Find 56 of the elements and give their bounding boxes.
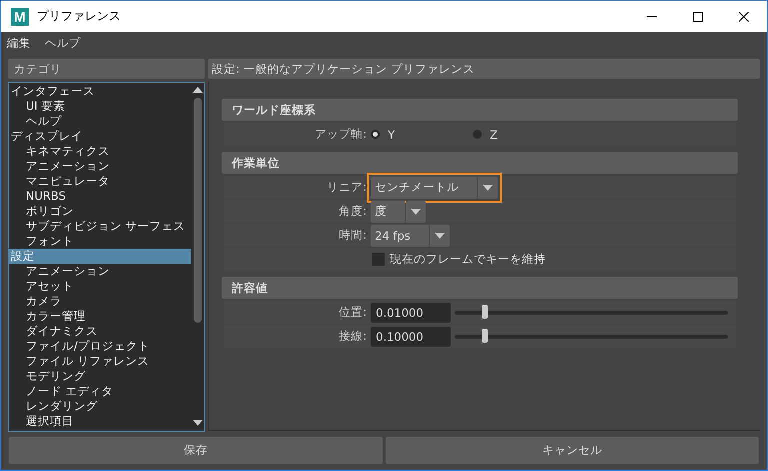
input-field[interactable]: 0.01000: [371, 302, 451, 322]
slider-thumb[interactable]: [482, 304, 488, 318]
maximize-icon: [693, 12, 703, 22]
app-logo: M: [11, 8, 29, 26]
caret-icon: [483, 184, 493, 190]
radio-label: Y: [388, 128, 396, 142]
field-label: リニア:: [326, 180, 368, 195]
field-label: 時間:: [338, 228, 368, 243]
field-label: アップ軸:: [314, 127, 368, 142]
tree-item[interactable]: インタフェース: [9, 84, 191, 99]
tree-item[interactable]: ディスプレイ: [9, 129, 191, 144]
caret-icon: [411, 208, 421, 214]
tree-item[interactable]: カメラ: [9, 294, 191, 309]
scroll-up-icon[interactable]: [192, 85, 202, 95]
dialog-button[interactable]: 保存: [9, 437, 382, 464]
tree-item[interactable]: ダイナミクス: [9, 324, 191, 339]
radio-button[interactable]: [473, 130, 482, 139]
input-field[interactable]: 0.10000: [371, 326, 451, 346]
tree-item[interactable]: キネマティクス: [9, 144, 191, 159]
tree-item[interactable]: サブディビジョン サーフェス: [9, 219, 191, 234]
tree-item[interactable]: アニメーション: [9, 264, 191, 279]
tree-item[interactable]: アセット: [9, 279, 191, 294]
tree-item[interactable]: ヘルプ: [9, 114, 191, 129]
section-header: 許容値: [222, 277, 738, 299]
tree-item[interactable]: カラー管理: [9, 309, 191, 324]
window-title: プリファレンス: [37, 8, 122, 25]
tree-item[interactable]: フォント: [9, 234, 191, 249]
dialog-button[interactable]: キャンセル: [386, 437, 759, 464]
tree-item[interactable]: NURBS: [9, 189, 191, 204]
tree-item[interactable]: ポリゴン: [9, 204, 191, 219]
field-label: 接線:: [338, 329, 368, 344]
field-label: 角度:: [338, 204, 368, 219]
caret-icon: [434, 232, 445, 238]
slider-thumb[interactable]: [482, 328, 488, 342]
scroll-down-icon[interactable]: [192, 418, 202, 428]
menu-item[interactable]: ヘルプ: [45, 36, 81, 50]
tree-item[interactable]: マニピュレータ: [9, 174, 191, 189]
section-header: 作業単位: [222, 152, 738, 174]
tree-item[interactable]: モデリング: [9, 369, 191, 384]
tree-item[interactable]: UI 要素: [9, 99, 191, 114]
checkbox[interactable]: [372, 253, 385, 266]
panel-header: カテゴリ: [8, 59, 205, 79]
tree-item[interactable]: レンダリング: [9, 399, 191, 414]
panel-header: 設定: 一般的なアプリケーション プリファレンス: [208, 59, 760, 79]
menu-item[interactable]: 編集: [7, 36, 31, 50]
tree-item[interactable]: 選択項目: [9, 414, 191, 429]
tree-item[interactable]: アニメーション: [9, 159, 191, 174]
radio-button[interactable]: [371, 130, 380, 139]
tree-item[interactable]: ファイル リファレンス: [9, 354, 191, 369]
section-header: ワールド座標系: [222, 99, 738, 121]
tree-item[interactable]: ファイル/プロジェクト: [9, 339, 191, 354]
field-label: 位置:: [338, 305, 368, 320]
close-icon: [739, 12, 749, 22]
tree-item[interactable]: ノード エディタ: [9, 384, 191, 399]
checkbox-label: 現在のフレームでキーを維持: [390, 252, 546, 267]
radio-label: Z: [490, 128, 498, 142]
